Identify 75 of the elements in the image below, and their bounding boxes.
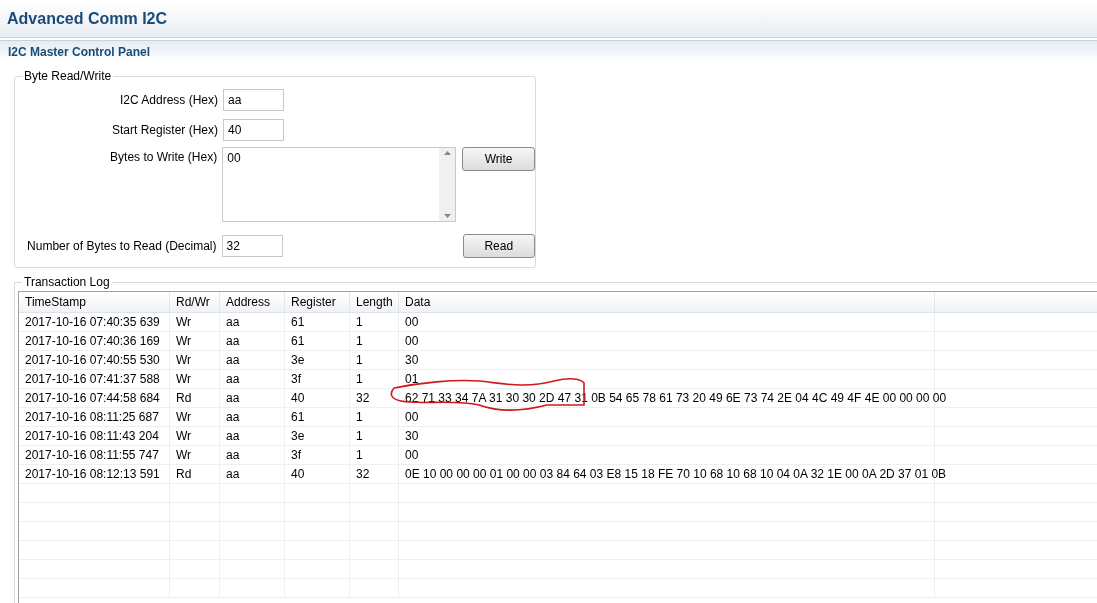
table-cell-text: Wr (176, 352, 192, 369)
table-cell-text: 30 (405, 428, 419, 445)
table-cell-text: 1 (356, 371, 363, 388)
table-cell-text: 61 (291, 314, 305, 331)
field-label: Bytes to Write (Hex) (109, 149, 219, 166)
column-header[interactable]: Length (350, 292, 399, 312)
table-cell-text: aa (226, 314, 240, 331)
column-header[interactable]: Register (285, 292, 350, 312)
field-label: Number of Bytes to Read (Decimal) (26, 238, 218, 255)
panel-title: I2C Master Control Panel (8, 43, 151, 61)
table-cell-text: 1 (356, 333, 363, 350)
column-header[interactable]: Rd/Wr (170, 292, 220, 312)
table-cell-text: 1 (356, 314, 363, 331)
table-cell-text: Wr (176, 428, 192, 445)
table-cell-text: Wr (176, 447, 192, 464)
table-cell-text: Wr (176, 314, 192, 331)
table-cell-text: 2017-10-16 08:12:13 591 (25, 466, 160, 483)
table-cell-text: Wr (176, 371, 192, 388)
table-cell-text: Rd (176, 466, 192, 483)
table-cell-text: aa (226, 447, 240, 464)
field-label: Start Register (Hex) (110, 122, 219, 139)
table-cell-text: 40 (291, 466, 305, 483)
scroll-up-icon[interactable] (443, 151, 451, 155)
table-cell-text: Wr (176, 333, 192, 350)
table-cell-text: 2017-10-16 07:40:36 169 (25, 333, 160, 350)
input-field[interactable]: aa (223, 89, 284, 111)
table-cell-text: 2017-10-16 07:40:55 530 (25, 352, 160, 369)
table-cell-text: Wr (176, 409, 192, 426)
table-cell-text: 0E 10 00 00 00 01 00 00 03 84 64 03 E8 15 18 FE 70 10 68 10 68 10 04 0A 32 1E 00 0A 2D 37 01 0B (405, 466, 947, 483)
table-cell-text: aa (226, 390, 240, 407)
table-cell-text: 2017-10-16 08:11:43 204 (25, 428, 159, 445)
table-cell-text: 1 (356, 447, 363, 464)
group-title: Transaction Log (22, 275, 112, 289)
table-cell-text: 61 (291, 409, 305, 426)
text-area[interactable]: 00 (222, 147, 457, 222)
table-cell-text: 2017-10-16 07:40:35 639 (25, 314, 160, 331)
table-cell-text: 1 (356, 428, 363, 445)
group-title: Byte Read/Write (22, 69, 114, 83)
table-cell-text: aa (226, 466, 240, 483)
scroll-down-icon[interactable] (443, 214, 451, 218)
table-cell-text: 32 (356, 466, 370, 483)
column-header[interactable]: Data (399, 292, 935, 312)
write-button[interactable]: Write (462, 147, 535, 171)
table-cell-text: 3f (291, 371, 301, 388)
table-cell-text: aa (226, 371, 240, 388)
column-header[interactable]: Address (220, 292, 285, 312)
table-cell-text: 32 (356, 390, 370, 407)
table-cell-text: 1 (356, 352, 363, 369)
table-cell-text: 30 (405, 352, 419, 369)
input-field[interactable]: 32 (221, 235, 283, 257)
table-cell-text: 2017-10-16 08:11:55 747 (25, 447, 159, 464)
table-cell-text: 2017-10-16 07:44:58 684 (25, 390, 160, 407)
table-cell-text: 3e (291, 428, 305, 445)
table-cell-text: aa (226, 409, 240, 426)
table-cell-text: 2017-10-16 07:41:37 588 (25, 371, 160, 388)
field-label: I2C Address (Hex) (118, 92, 219, 109)
table-cell-text: 00 (405, 314, 419, 331)
table-cell-text: Rd (176, 390, 192, 407)
input-field[interactable]: 40 (223, 119, 284, 141)
table-cell-text: 00 (405, 409, 419, 426)
table-cell-text: 00 (405, 447, 419, 464)
column-header[interactable]: TimeStamp (19, 292, 170, 312)
read-button[interactable]: Read (462, 234, 535, 258)
table-cell-text: aa (226, 428, 240, 445)
table-cell-text: 00 (405, 333, 419, 350)
table-cell-text: 3e (291, 352, 305, 369)
table-cell-text: 61 (291, 333, 305, 350)
table-cell-text: 3f (291, 447, 301, 464)
table-cell-text: aa (226, 352, 240, 369)
window-title: Advanced Comm I2C (7, 8, 168, 29)
table-cell-text: 01 (405, 371, 419, 388)
table-cell-text: aa (226, 333, 240, 350)
table-cell-text: 2017-10-16 08:11:25 687 (25, 409, 159, 426)
table-cell-text: 1 (356, 409, 363, 426)
table-cell-text: 40 (291, 390, 305, 407)
